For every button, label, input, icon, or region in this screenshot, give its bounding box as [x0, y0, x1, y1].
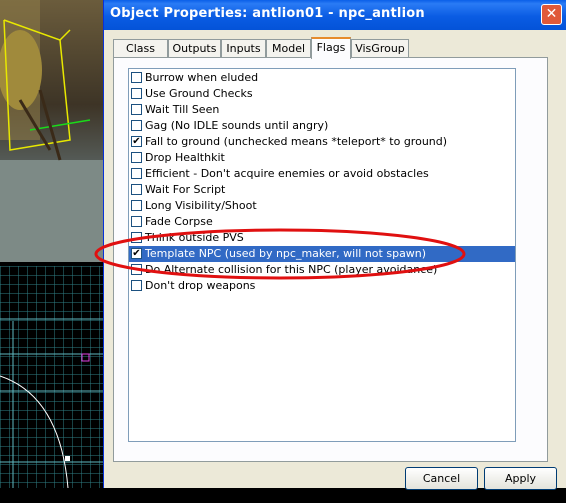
- taskbar-strip: [0, 488, 566, 503]
- flag-label: Use Ground Checks: [145, 87, 253, 100]
- flag-item[interactable]: Drop Healthkit: [129, 150, 515, 166]
- flag-item[interactable]: Wait For Script: [129, 182, 515, 198]
- checkbox[interactable]: [131, 88, 142, 99]
- flag-item[interactable]: Gag (No IDLE sounds until angry): [129, 118, 515, 134]
- checkmark-icon: ✔: [132, 248, 141, 259]
- cancel-button[interactable]: Cancel: [405, 467, 478, 490]
- checkbox[interactable]: [131, 168, 142, 179]
- flag-label: Do Alternate collision for this NPC (pla…: [145, 263, 438, 276]
- flag-item[interactable]: Wait Till Seen: [129, 102, 515, 118]
- apply-button[interactable]: Apply: [484, 467, 557, 490]
- flag-item[interactable]: ✔ Template NPC (used by npc_maker, will n…: [129, 246, 515, 262]
- window-title: Object Properties: antlion01 - npc_antli…: [110, 6, 425, 21]
- flag-item[interactable]: Use Ground Checks: [129, 86, 515, 102]
- checkbox[interactable]: [131, 280, 142, 291]
- flag-item[interactable]: Think outside PVS: [129, 230, 515, 246]
- flag-label: Fall to ground (unchecked means *telepor…: [145, 135, 448, 148]
- flag-label: Fade Corpse: [145, 215, 213, 228]
- object-properties-dialog: Object Properties: antlion01 - npc_antli…: [103, 0, 566, 490]
- tab-label: Outputs: [172, 42, 217, 55]
- flag-item[interactable]: Burrow when eluded: [129, 70, 515, 86]
- tab-label: Flags: [316, 41, 346, 54]
- tab-outputs[interactable]: Outputs: [168, 39, 221, 58]
- flag-label: Wait Till Seen: [145, 103, 220, 116]
- tab-label: VisGroup: [355, 42, 405, 55]
- close-icon[interactable]: ✕: [541, 4, 562, 25]
- tab-class-info[interactable]: Class Info: [113, 39, 168, 72]
- flag-label: Think outside PVS: [145, 231, 244, 244]
- checkbox[interactable]: [131, 104, 142, 115]
- flag-label: Wait For Script: [145, 183, 226, 196]
- tab-visgroup[interactable]: VisGroup: [351, 39, 409, 58]
- flag-item[interactable]: Efficient - Don't acquire enemies or avo…: [129, 166, 515, 182]
- checkbox[interactable]: [131, 264, 142, 275]
- flag-item[interactable]: ✔ Fall to ground (unchecked means *telepo…: [129, 134, 515, 150]
- tab-inputs[interactable]: Inputs: [221, 39, 266, 58]
- tab-label: Model: [271, 42, 306, 55]
- checkmark-icon: ✔: [132, 136, 141, 147]
- checkbox[interactable]: [131, 216, 142, 227]
- tab-label: Inputs: [226, 42, 261, 55]
- flag-item[interactable]: Don't drop weapons: [129, 278, 515, 294]
- checkbox[interactable]: [131, 120, 142, 131]
- flag-item[interactable]: Long Visibility/Shoot: [129, 198, 515, 214]
- flag-label: Long Visibility/Shoot: [145, 199, 257, 212]
- flag-label: Burrow when eluded: [145, 71, 259, 84]
- 3d-viewport-scene: [0, 0, 104, 262]
- checkbox[interactable]: [131, 72, 142, 83]
- title-bar[interactable]: Object Properties: antlion01 - npc_antli…: [104, 0, 566, 30]
- tab-flags[interactable]: Flags: [311, 37, 351, 59]
- flags-panel: Burrow when eluded Use Ground Checks Wait …: [113, 57, 548, 462]
- flag-label: Drop Healthkit: [145, 151, 225, 164]
- checkbox[interactable]: [131, 152, 142, 163]
- 3d-viewport[interactable]: [0, 0, 104, 262]
- tab-model[interactable]: Model: [266, 39, 311, 58]
- flags-checklist[interactable]: Burrow when eluded Use Ground Checks Wait …: [128, 68, 516, 442]
- flag-label: Don't drop weapons: [145, 279, 256, 292]
- 2d-grid-viewport[interactable]: [0, 266, 104, 488]
- checkbox[interactable]: [131, 200, 142, 211]
- flag-label: Template NPC (used by npc_maker, will no…: [145, 247, 427, 260]
- checkbox[interactable]: [131, 184, 142, 195]
- close-glyph: ✕: [545, 6, 558, 22]
- checkbox-checked[interactable]: ✔: [131, 248, 142, 259]
- flag-label: Gag (No IDLE sounds until angry): [145, 119, 329, 132]
- flag-label: Efficient - Don't acquire enemies or avo…: [145, 167, 429, 180]
- flag-item[interactable]: Fade Corpse: [129, 214, 515, 230]
- 2d-grid-canvas: [0, 266, 104, 488]
- checkbox[interactable]: [131, 232, 142, 243]
- flag-item[interactable]: Do Alternate collision for this NPC (pla…: [129, 262, 515, 278]
- checkbox-checked[interactable]: ✔: [131, 136, 142, 147]
